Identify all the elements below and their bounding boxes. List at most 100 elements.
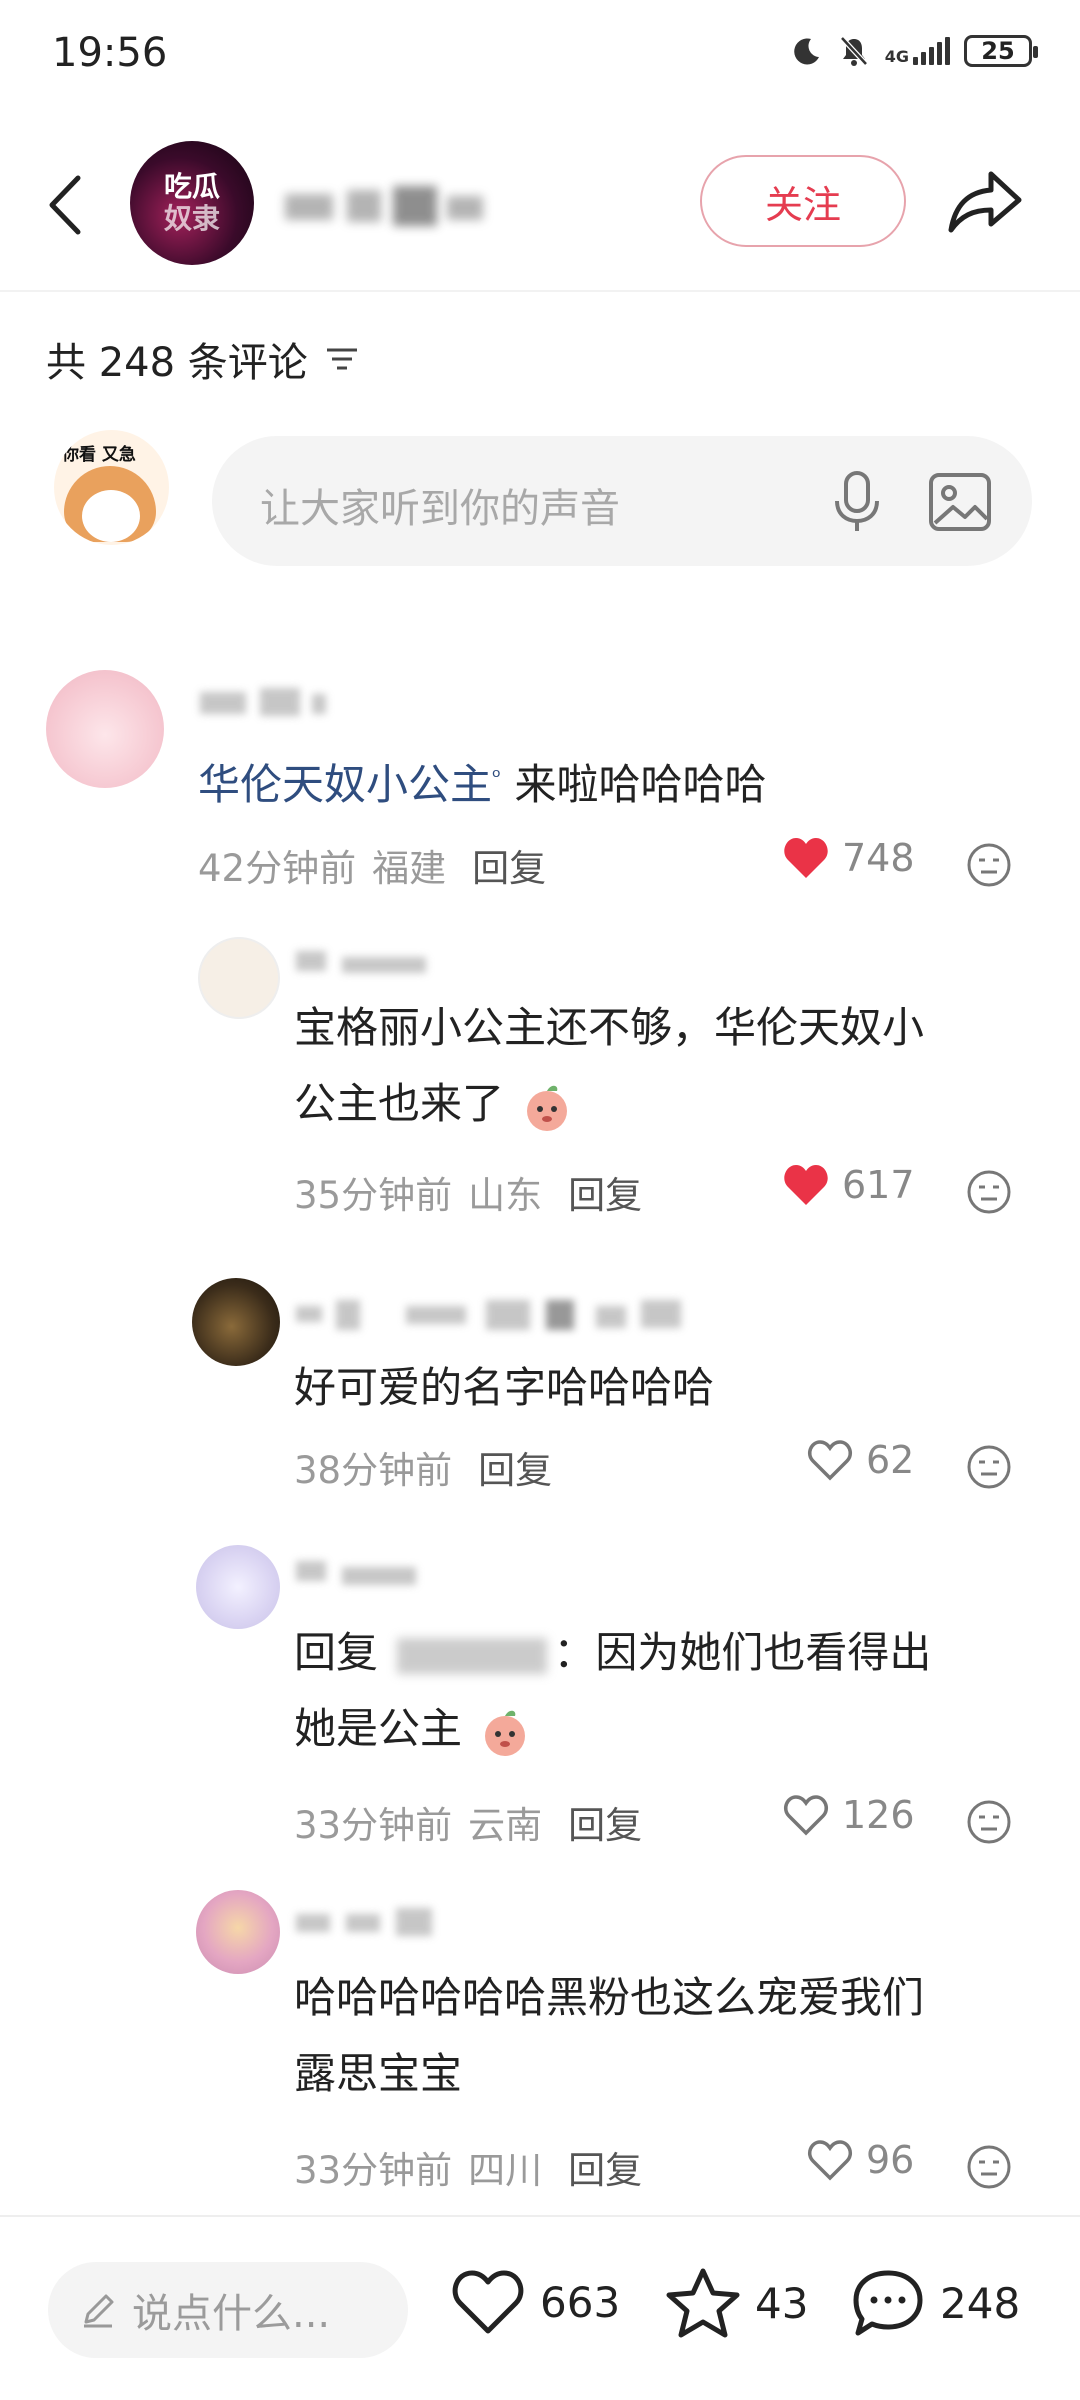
commenter-name-blurred[interactable] — [296, 1557, 436, 1587]
like-count: 96 — [866, 2138, 915, 2182]
account-name-blurred[interactable] — [285, 180, 490, 232]
header-divider — [0, 290, 1080, 292]
account-avatar[interactable]: 吃瓜 奴隶 — [130, 141, 254, 265]
star-icon — [666, 2268, 740, 2338]
commenter-name-blurred[interactable] — [296, 1300, 776, 1330]
reply-prefix: 回复 — [294, 1628, 379, 1677]
signal-bars-icon — [913, 37, 950, 65]
avatar-caption: 你看 又急 — [62, 445, 136, 465]
comment-text: 华伦天奴小公主ᵒ 来啦哈哈哈哈 — [198, 740, 767, 823]
comment-body: 来啦哈哈哈哈 — [514, 760, 767, 809]
comment-input-placeholder: 让大家听到你的声音 — [260, 486, 620, 532]
dislike-icon[interactable] — [966, 2144, 1012, 2190]
comment-time: 33分钟前 — [294, 1804, 453, 1847]
reply-item: 哈哈哈哈哈哈黑粉也这么宠爱我们 露思宝宝 33分钟前 四川 回复 96 — [0, 1880, 1080, 2200]
comment-text: 回复 ：因为她们也看得出 她是公主 — [294, 1615, 931, 1767]
comment-meta: 33分钟前 四川 回复 — [294, 2140, 642, 2194]
post-comment-count: 248 — [940, 2278, 1021, 2328]
like-button[interactable]: 617 — [782, 1163, 915, 1207]
dislike-icon[interactable] — [966, 1169, 1012, 1215]
share-icon[interactable] — [945, 166, 1025, 236]
status-icons: 4G 25 — [791, 34, 1038, 68]
peach-emoji-icon — [485, 1710, 526, 1756]
like-button[interactable]: 748 — [782, 836, 915, 880]
comment-body-line1: ：因为她们也看得出 — [553, 1628, 932, 1677]
heart-icon — [808, 2140, 852, 2181]
reply-button[interactable]: 回复 — [568, 1795, 642, 1849]
mic-icon[interactable] — [827, 469, 887, 535]
post-like-count: 663 — [540, 2277, 621, 2327]
dog-face — [82, 490, 140, 542]
reply-button[interactable]: 回复 — [568, 2140, 642, 2194]
comment-bubble-icon — [853, 2270, 923, 2336]
status-time: 19:56 — [52, 30, 168, 76]
moon-icon — [793, 38, 819, 65]
comment-location: 福建 — [372, 847, 447, 890]
like-button[interactable]: 126 — [782, 1793, 915, 1837]
like-count: 617 — [842, 1163, 915, 1207]
reply-button[interactable]: 回复 — [472, 838, 546, 892]
comment-location: 四川 — [468, 2149, 543, 2192]
like-button[interactable]: 62 — [806, 1438, 914, 1482]
reply-button[interactable]: 回复 — [478, 1440, 552, 1494]
comment-location: 山东 — [468, 1174, 543, 1217]
comment-meta: 33分钟前 云南 回复 — [294, 1795, 642, 1849]
dislike-icon[interactable] — [966, 842, 1012, 888]
comment-body: 好可爱的名字哈哈哈哈 — [294, 1363, 715, 1412]
my-avatar[interactable]: 你看 又急 — [54, 430, 169, 545]
commenter-name-blurred[interactable] — [296, 947, 436, 977]
mentioned-user-blurred[interactable] — [397, 1637, 548, 1674]
commenter-name-blurred[interactable] — [296, 1908, 456, 1938]
comment-text: 宝格丽小公主还不够，华伦天奴小 公主也来了 — [294, 990, 924, 1142]
comment-body-line2: 公主也来了 — [294, 1079, 505, 1128]
comment-meta: 42分钟前 福建 回复 — [198, 838, 546, 892]
commenter-avatar[interactable] — [198, 937, 280, 1019]
comment-post-button[interactable]: 248 — [850, 2267, 1020, 2339]
avatar-text-top: 吃瓜 — [163, 170, 220, 203]
heart-icon — [784, 838, 828, 878]
pen-icon — [84, 2294, 114, 2328]
comment-meta: 35分钟前 山东 回复 — [294, 1165, 642, 1219]
reply-item: 宝格丽小公主还不够，华伦天奴小 公主也来了 35分钟前 山东 回复 617 — [0, 935, 1080, 1235]
filter-icon[interactable] — [324, 344, 360, 374]
hashtag-link[interactable]: 华伦天奴小公主 — [198, 760, 492, 809]
commenter-avatar[interactable] — [196, 1545, 280, 1629]
say-placeholder: 说点什么... — [132, 2291, 331, 2337]
reply-button[interactable]: 回复 — [568, 1165, 642, 1219]
comment-body-line2: 露思宝宝 — [294, 2049, 463, 2098]
signal-indicator: 4G — [885, 37, 950, 65]
like-count: 62 — [866, 1438, 915, 1482]
comment-body-line1: 哈哈哈哈哈哈黑粉也这么宠爱我们 — [294, 1973, 925, 2022]
top-header: 吃瓜 奴隶 关注 — [0, 130, 1080, 290]
bottom-action-bar: 说点什么... 663 43 248 — [0, 2215, 1080, 2400]
comment-time: 42分钟前 — [198, 847, 357, 890]
back-arrow-icon[interactable] — [40, 170, 90, 240]
comment-time: 38分钟前 — [294, 1449, 453, 1492]
comment-input[interactable]: 让大家听到你的声音 — [212, 436, 1032, 566]
comment-meta: 38分钟前 回复 — [294, 1440, 552, 1494]
follow-button[interactable]: 关注 — [700, 155, 906, 247]
like-button[interactable]: 96 — [806, 2138, 914, 2182]
image-icon[interactable] — [927, 469, 993, 535]
commenter-avatar[interactable] — [196, 1890, 280, 1974]
like-count: 126 — [842, 1793, 915, 1837]
post-favorite-count: 43 — [755, 2278, 809, 2328]
favorite-post-button[interactable]: 43 — [665, 2267, 808, 2339]
like-post-button[interactable]: 663 — [450, 2267, 620, 2337]
comment-item: 华伦天奴小公主ᵒ 来啦哈哈哈哈 42分钟前 福建 回复 748 — [0, 660, 1080, 910]
say-something-input[interactable]: 说点什么... — [48, 2262, 408, 2358]
comment-body-line2: 她是公主 — [294, 1704, 463, 1753]
comment-count-row: 共 248 条评论 — [46, 330, 360, 388]
commenter-name-blurred[interactable] — [200, 688, 330, 718]
comment-time: 35分钟前 — [294, 1174, 453, 1217]
battery-icon: 25 — [964, 35, 1038, 67]
commenter-avatar[interactable] — [192, 1278, 280, 1366]
network-type: 4G — [884, 47, 909, 66]
dislike-icon[interactable] — [966, 1444, 1012, 1490]
comment-text: 哈哈哈哈哈哈黑粉也这么宠爱我们 露思宝宝 — [294, 1960, 924, 2112]
peach-emoji-icon — [527, 1085, 568, 1131]
comment-time: 33分钟前 — [294, 2149, 453, 2192]
dislike-icon[interactable] — [966, 1799, 1012, 1845]
battery-level: 25 — [981, 37, 1015, 65]
commenter-avatar[interactable] — [46, 670, 164, 788]
